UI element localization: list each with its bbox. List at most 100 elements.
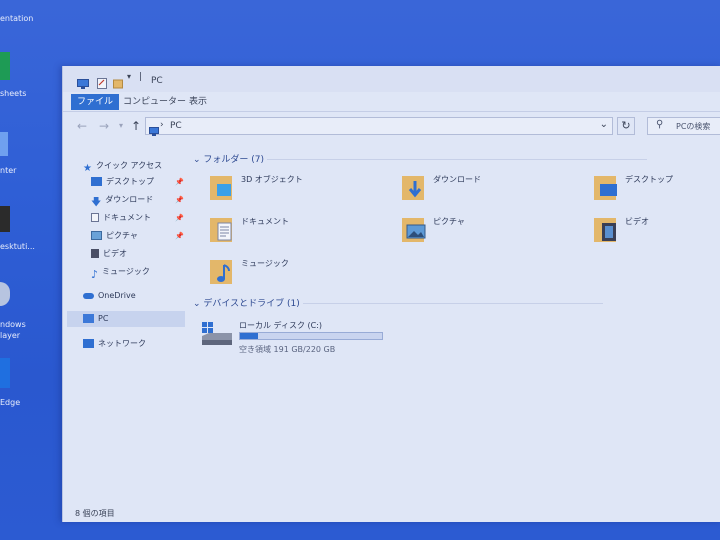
status-bar: 8 個の項目	[63, 508, 720, 522]
tab-view[interactable]: 表示	[183, 94, 213, 110]
folder-label: 3D オブジェクト	[241, 175, 303, 184]
chevron-down-icon: ⌄	[193, 155, 201, 165]
documents-folder-icon	[210, 218, 232, 242]
sheets-icon[interactable]	[0, 52, 10, 80]
folders-header-label: フォルダー (7)	[203, 155, 265, 165]
desktop-label-utility[interactable]: esktuti...	[0, 242, 35, 251]
address-row: ← → ▾ ↑ › PC ⌄ ↻ ⚲ PCの検索	[63, 113, 720, 139]
pin-icon[interactable]: 📌	[175, 196, 184, 204]
chevron-down-icon[interactable]: ⌄	[600, 119, 608, 130]
drive-free-space: 空き領域 191 GB/220 GB	[239, 345, 336, 354]
nav-onedrive[interactable]: OneDrive	[83, 288, 136, 304]
network-icon	[83, 339, 94, 348]
folder-desktop[interactable]: デスクトップ	[593, 168, 720, 208]
folder-label: ミュージック	[241, 259, 289, 268]
desktop-label-sheets[interactable]: sheets	[0, 89, 26, 98]
nav-item-desktop-label: デスクトップ	[106, 177, 154, 186]
desktop-label-windows[interactable]: ndows	[0, 320, 26, 329]
tab-file[interactable]: ファイル	[71, 94, 120, 110]
music-note-icon: ♪	[91, 268, 99, 281]
back-arrow-icon[interactable]: ←	[77, 119, 87, 133]
folders-group-header[interactable]: ⌄ フォルダー (7)	[193, 152, 647, 165]
nav-item-desktop[interactable]: デスクトップ	[91, 174, 154, 190]
search-placeholder: PCの検索	[676, 122, 711, 131]
forward-arrow-icon[interactable]: →	[99, 119, 109, 133]
folder-videos[interactable]: ビデオ	[593, 210, 720, 250]
utility-icon[interactable]	[0, 206, 10, 232]
properties-icon[interactable]	[97, 74, 107, 93]
folder-pictures[interactable]: ピクチャ	[401, 210, 591, 250]
download-arrow-icon: 🡇	[91, 197, 102, 208]
devices-group-header[interactable]: ⌄ デバイスとドライブ (1)	[193, 296, 603, 309]
nav-pc[interactable]: PC	[67, 311, 185, 327]
tab-computer[interactable]: コンピューター	[117, 94, 192, 110]
quick-access-dropdown-icon[interactable]: ▾	[127, 72, 131, 81]
navigation-pane: ★ クイック アクセス デスクトップ 📌 🡇 ダウンロード 📌 ドキュメント 📌 ピ…	[63, 146, 187, 508]
search-box[interactable]: ⚲ PCの検索	[647, 117, 720, 135]
nav-item-videos-label: ビデオ	[103, 249, 127, 258]
recent-locations-icon[interactable]: ▾	[119, 121, 123, 130]
folder-label: ダウンロード	[433, 175, 481, 184]
desktop-label-center[interactable]: nter	[0, 166, 16, 175]
nav-item-documents-label: ドキュメント	[103, 213, 151, 222]
drive-local-c[interactable]: ローカル ディスク (C:) 空き領域 191 GB/220 GB	[201, 318, 401, 358]
document-icon	[91, 213, 99, 222]
nav-item-music[interactable]: ♪ ミュージック	[91, 264, 150, 281]
file-explorer-window: ▾ | PC ファイル コンピューター 表示 ← → ▾ ↑ › PC ⌄ ↻ …	[62, 66, 720, 522]
desktop-label-edge[interactable]: Edge	[0, 398, 20, 407]
folder-label: ビデオ	[625, 217, 649, 226]
folder-label: デスクトップ	[625, 175, 673, 184]
pin-icon[interactable]: 📌	[175, 232, 184, 240]
new-folder-icon[interactable]	[113, 74, 123, 93]
breadcrumb-chevron-icon[interactable]: ›	[160, 120, 164, 130]
computer-icon	[77, 74, 89, 93]
nav-item-documents[interactable]: ドキュメント	[91, 210, 151, 226]
music-folder-icon	[210, 260, 232, 284]
nav-item-videos[interactable]: ビデオ	[91, 246, 127, 262]
nav-item-music-label: ミュージック	[102, 267, 150, 276]
search-icon: ⚲	[656, 119, 664, 130]
nav-network[interactable]: ネットワーク	[83, 336, 146, 352]
3d-objects-folder-icon	[210, 176, 232, 200]
media-player-icon[interactable]	[0, 282, 10, 306]
address-bar[interactable]: › PC ⌄	[145, 117, 613, 136]
desktop-label-player[interactable]: layer	[0, 331, 20, 340]
star-icon: ★	[83, 163, 92, 174]
app-icon[interactable]	[0, 132, 8, 156]
pin-icon[interactable]: 📌	[175, 214, 184, 222]
breadcrumb-pc[interactable]: PC	[170, 121, 182, 131]
video-icon	[91, 249, 99, 258]
content-pane: ⌄ フォルダー (7) 3D オブジェクト ダウンロード デスクトップ ドキュメ…	[187, 146, 720, 508]
devices-header-label: デバイスとドライブ (1)	[203, 299, 300, 309]
folder-music[interactable]: ミュージック	[209, 252, 399, 292]
pictures-folder-icon	[402, 218, 426, 242]
desktop-folder-icon	[594, 176, 617, 200]
pc-icon	[149, 121, 159, 140]
cloud-icon	[83, 292, 94, 299]
nav-item-downloads-label: ダウンロード	[105, 195, 154, 204]
drive-usage-bar	[239, 332, 383, 340]
refresh-icon[interactable]: ↻	[617, 117, 635, 135]
computer-icon	[83, 314, 94, 323]
chevron-down-icon: ⌄	[193, 299, 201, 309]
up-arrow-icon[interactable]: ↑	[131, 119, 141, 133]
folder-documents[interactable]: ドキュメント	[209, 210, 399, 250]
nav-item-pictures[interactable]: ピクチャ	[91, 228, 138, 244]
edge-icon[interactable]	[0, 358, 10, 388]
divider	[266, 159, 647, 160]
nav-item-downloads[interactable]: 🡇 ダウンロード	[91, 192, 153, 208]
drive-usage-fill	[240, 333, 259, 339]
item-count: 8 個の項目	[75, 509, 115, 518]
desktop-label-presentation[interactable]: entation	[0, 14, 33, 23]
nav-pc-label: PC	[98, 314, 109, 323]
nav-quick-access[interactable]: ★ クイック アクセス	[83, 158, 162, 174]
pin-icon[interactable]: 📌	[175, 178, 184, 186]
nav-onedrive-label: OneDrive	[98, 291, 136, 300]
desktop-icon	[91, 177, 102, 186]
divider	[302, 303, 603, 304]
folder-label: ドキュメント	[241, 217, 289, 226]
folder-downloads[interactable]: ダウンロード	[401, 168, 591, 208]
folder-label: ピクチャ	[433, 217, 465, 226]
folder-3d-objects[interactable]: 3D オブジェクト	[209, 168, 399, 208]
downloads-folder-icon	[402, 176, 424, 200]
